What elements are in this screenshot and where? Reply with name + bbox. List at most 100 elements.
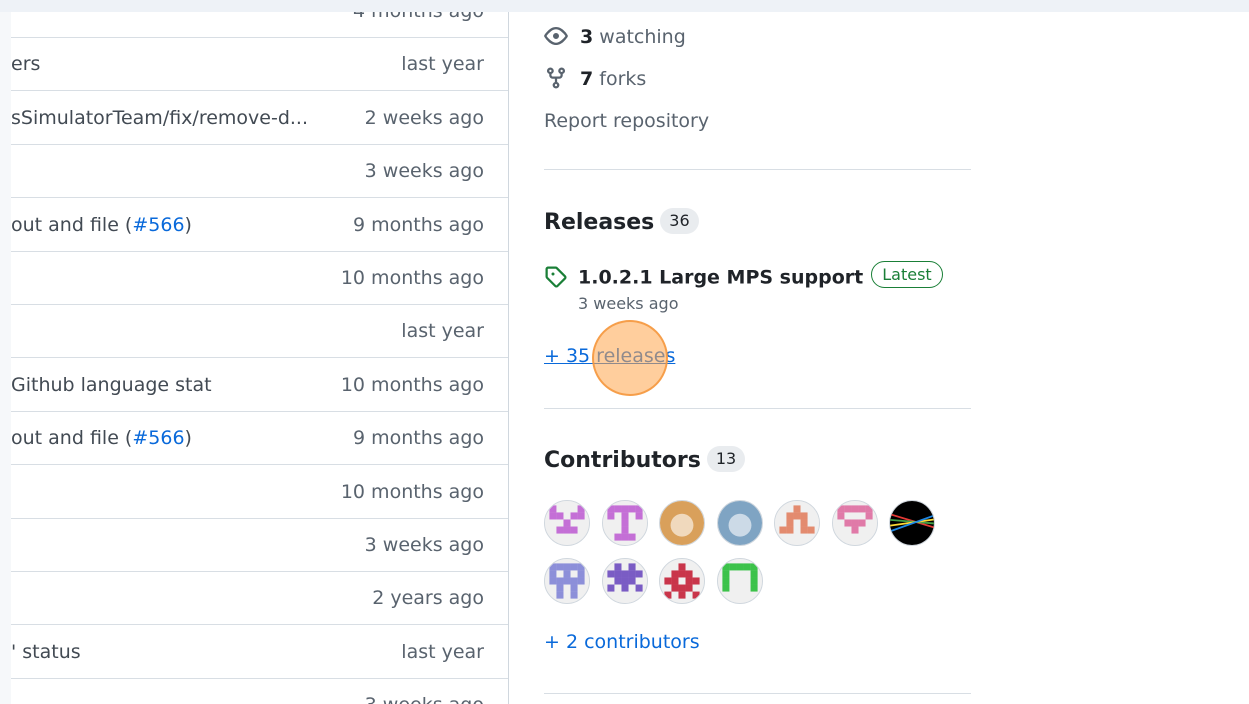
- commit-time: 10 months ago: [340, 373, 484, 396]
- file-row[interactable]: last year: [11, 305, 508, 359]
- releases-heading[interactable]: Releases 36: [544, 207, 699, 239]
- avatar-image: [660, 559, 704, 603]
- avatar-image: [775, 501, 819, 545]
- avatar-image: [602, 501, 647, 545]
- commit-message[interactable]: [11, 145, 341, 197]
- forks-count: 7: [580, 68, 594, 90]
- commit-message[interactable]: [11, 305, 341, 357]
- file-row[interactable]: 3 weeks ago: [11, 145, 508, 199]
- commit-time: 9 months ago: [352, 213, 484, 236]
- contributor-avatar[interactable]: [831, 500, 878, 546]
- commit-message[interactable]: [11, 519, 341, 571]
- contributors-title: Contributors: [544, 448, 701, 473]
- more-releases-link[interactable]: + 35 releases: [544, 345, 675, 367]
- latest-release-time: 3 weeks ago: [578, 294, 679, 313]
- commit-time: 9 months ago: [352, 427, 484, 450]
- watching-count: 3: [580, 26, 594, 48]
- commit-time: last year: [401, 320, 484, 343]
- contributor-avatar[interactable]: [889, 500, 935, 546]
- commit-message[interactable]: [11, 12, 341, 37]
- avatar-image: [545, 501, 589, 545]
- forks-stat[interactable]: 7 forks: [544, 64, 646, 94]
- file-row[interactable]: Github language stat 10 months ago: [11, 359, 508, 412]
- contributor-avatar[interactable]: [544, 558, 590, 604]
- commit-message[interactable]: Github language stat: [11, 359, 341, 411]
- sidebar-divider: [544, 693, 971, 694]
- commit-time: 4 months ago: [353, 12, 484, 37]
- pull-request-link[interactable]: #566: [132, 214, 184, 236]
- watching-stat[interactable]: 3 watching: [544, 22, 686, 52]
- avatar-image: [545, 559, 589, 603]
- sidebar-divider: [544, 408, 971, 409]
- contributor-avatar[interactable]: [601, 558, 648, 604]
- commit-message-text: Github language stat: [11, 373, 212, 396]
- more-contributors-link[interactable]: + 2 contributors: [544, 631, 700, 653]
- tag-icon: [545, 266, 567, 288]
- commit-message[interactable]: ' status: [11, 626, 341, 678]
- watching-label: watching: [599, 26, 686, 48]
- latest-badge: Latest: [871, 261, 943, 288]
- report-repository-link[interactable]: Report repository: [544, 106, 709, 136]
- avatar-image: [717, 501, 762, 545]
- contributor-avatar[interactable]: [716, 558, 763, 604]
- commit-time: 3 weeks ago: [364, 160, 484, 183]
- commit-message[interactable]: out and file (#566): [11, 199, 341, 251]
- avatar-image: [890, 501, 934, 545]
- file-row[interactable]: sSimulatorTeam/fix/remove-d... 2 weeks ag…: [11, 92, 508, 145]
- latest-release[interactable]: 1.0.2.1 Large MPS support Latest: [544, 261, 943, 296]
- commit-message[interactable]: [11, 466, 341, 518]
- commit-message[interactable]: out and file (#566): [11, 412, 341, 464]
- eye-icon: [544, 26, 568, 45]
- sidebar-divider: [544, 169, 971, 170]
- commit-message-text: ers: [11, 53, 41, 76]
- file-list-panel: 4 months ago ers last year sSimulatorTeam/f…: [11, 12, 509, 704]
- commit-time: 10 months ago: [340, 480, 484, 503]
- contributors-count-badge: 13: [706, 446, 746, 472]
- releases-title: Releases: [544, 210, 655, 235]
- file-row[interactable]: 10 months ago: [11, 252, 508, 305]
- contributor-avatar[interactable]: [544, 500, 590, 546]
- file-row[interactable]: 3 weeks ago: [11, 519, 508, 572]
- contributor-avatar[interactable]: [774, 500, 820, 546]
- commit-message[interactable]: sSimulatorTeam/fix/remove-d...: [11, 92, 341, 144]
- contributors-heading[interactable]: Contributors 13: [544, 445, 746, 477]
- file-row[interactable]: out and file (#566) 9 months ago: [11, 199, 508, 252]
- file-row[interactable]: ers last year: [11, 38, 508, 92]
- commit-time: 3 weeks ago: [365, 679, 484, 704]
- commit-message-text: sSimulatorTeam/fix/remove-d...: [11, 106, 309, 129]
- latest-release-name[interactable]: 1.0.2.1 Large MPS support: [578, 267, 863, 289]
- contributor-avatar[interactable]: [716, 500, 763, 546]
- browser-top-strip: [0, 0, 1249, 12]
- file-row[interactable]: ' status last year: [11, 626, 508, 679]
- file-row[interactable]: 2 years ago: [11, 572, 508, 626]
- file-row[interactable]: 4 months ago: [11, 12, 508, 38]
- commit-message-text: out and file (: [11, 213, 133, 236]
- commit-time: last year: [401, 640, 484, 663]
- commit-time: 3 weeks ago: [364, 534, 484, 556]
- contributor-avatar[interactable]: [659, 558, 705, 604]
- forks-label: forks: [599, 68, 647, 90]
- commit-time: last year: [401, 53, 484, 76]
- commit-time: 2 years ago: [372, 587, 484, 610]
- commit-message-text: out and file (: [11, 427, 133, 450]
- fork-icon: [547, 66, 565, 89]
- commit-message[interactable]: [11, 679, 341, 704]
- avatar-image: [717, 559, 762, 603]
- pull-request-link[interactable]: #566: [132, 427, 184, 449]
- commit-time: 10 months ago: [340, 267, 484, 289]
- avatar-image: [832, 501, 877, 545]
- file-row[interactable]: 3 weeks ago: [11, 679, 508, 704]
- commit-message[interactable]: [11, 572, 341, 624]
- file-row[interactable]: out and file (#566) 9 months ago: [11, 412, 508, 466]
- commit-message-suffix: ): [184, 213, 192, 236]
- page-left-gutter: [0, 12, 11, 704]
- commit-time: 2 weeks ago: [364, 106, 484, 129]
- contributor-avatar[interactable]: [601, 500, 648, 546]
- commit-message[interactable]: ers: [11, 38, 341, 90]
- contributor-avatar[interactable]: [659, 500, 705, 546]
- avatar-image: [660, 501, 704, 545]
- file-row[interactable]: 10 months ago: [11, 466, 508, 519]
- avatar-image: [602, 559, 647, 603]
- commit-message[interactable]: [11, 252, 341, 304]
- commit-message-text: ' status: [11, 640, 81, 663]
